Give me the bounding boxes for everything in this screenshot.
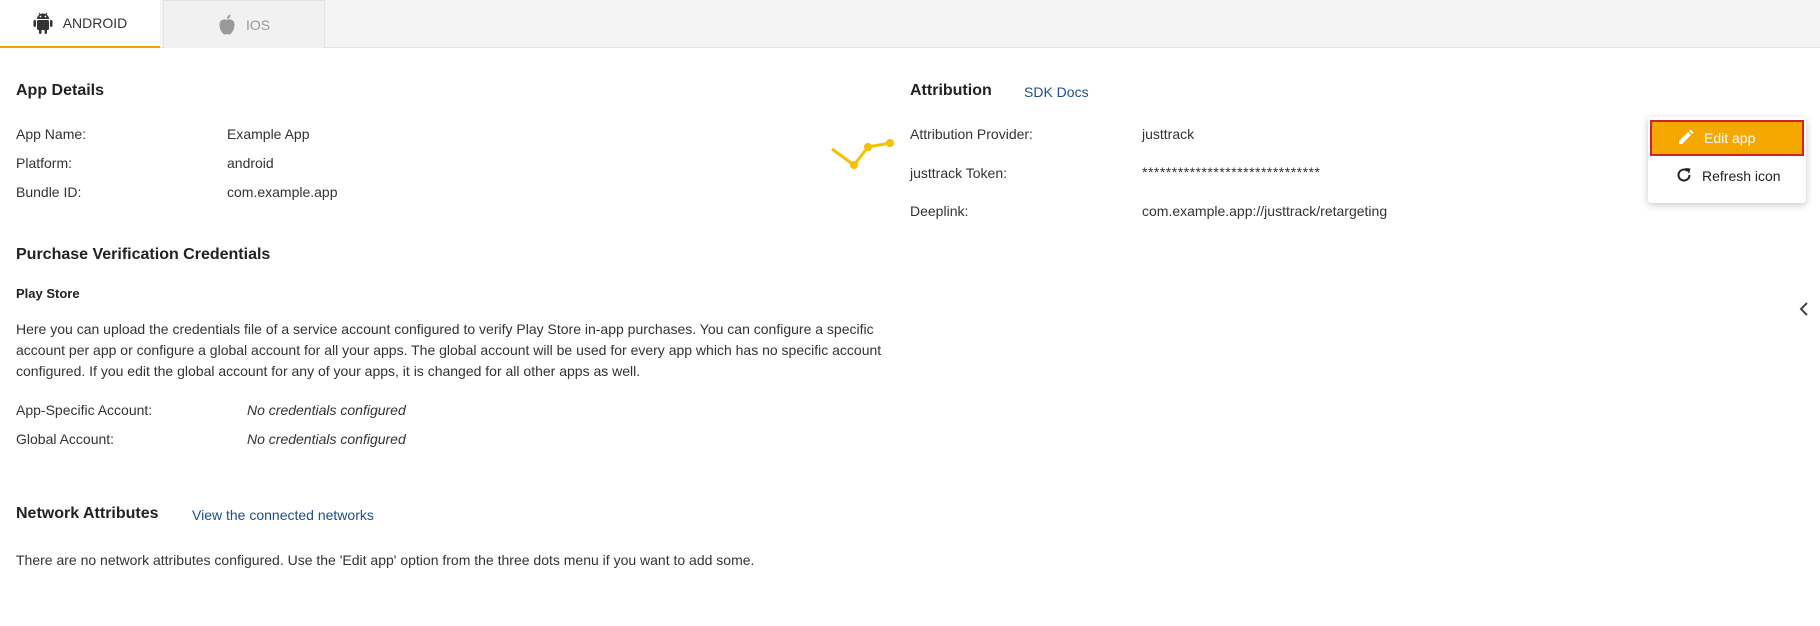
attribution-provider-label: Attribution Provider:: [910, 126, 1033, 142]
tab-ios-label: IOS: [245, 16, 271, 33]
attribution-provider-value: justtrack: [1142, 126, 1195, 142]
edit-app-menu-item[interactable]: Edit app: [1650, 120, 1804, 156]
network-attributes-title: Network Attributes: [16, 505, 159, 522]
refresh-icon: [1676, 167, 1692, 186]
refresh-icon-menu-item[interactable]: Refresh icon: [1650, 158, 1804, 194]
deeplink-value: com.example.app://justtrack/retargeting: [1142, 203, 1388, 219]
deeplink-label: Deeplink:: [910, 203, 969, 219]
play-store-subtitle: Play Store: [16, 286, 80, 301]
app-page: ANDROID IOS App Details App Name: Exampl…: [0, 0, 1820, 626]
bundle-id-label: Bundle ID:: [16, 184, 82, 200]
app-content: App Details App Name: Example App Platfo…: [0, 49, 1820, 626]
sdk-docs-link[interactable]: SDK Docs: [1024, 84, 1089, 100]
app-specific-account-value: No credentials configured: [247, 402, 406, 418]
bundle-id-value: com.example.app: [227, 184, 338, 200]
purchase-description-line: account per app or configure a global ac…: [16, 342, 882, 358]
global-account-label: Global Account:: [16, 431, 115, 447]
attribution-title: Attribution: [910, 82, 992, 99]
android-icon: [33, 12, 53, 34]
token-value: ******************************: [1142, 164, 1321, 180]
purchase-description-line: configured. If you edit the global accou…: [16, 363, 641, 379]
pencil-icon: [1678, 129, 1694, 148]
chevron-left-icon: [1799, 301, 1809, 321]
global-account-value: No credentials configured: [247, 431, 406, 447]
spinner-icon: [830, 133, 894, 178]
app-actions-menu: Edit app Refresh icon: [1648, 117, 1806, 203]
apple-icon: [218, 14, 236, 35]
token-label: justtrack Token:: [910, 165, 1008, 181]
tab-ios[interactable]: IOS: [163, 0, 325, 48]
purchase-verification-title: Purchase Verification Credentials: [16, 246, 271, 263]
app-name-label: App Name:: [16, 126, 87, 142]
network-attributes-empty-text: There are no network attributes configur…: [16, 552, 755, 568]
tab-android[interactable]: ANDROID: [0, 0, 160, 48]
collapse-panel-button[interactable]: [1796, 301, 1812, 321]
edit-app-label: Edit app: [1704, 130, 1756, 146]
tab-android-label: ANDROID: [62, 15, 128, 31]
platform-value: android: [227, 155, 274, 171]
purchase-description: Here you can upload the credentials file…: [16, 319, 916, 382]
app-details-title: App Details: [16, 82, 105, 99]
app-specific-account-label: App-Specific Account:: [16, 402, 153, 418]
app-name-value: Example App: [227, 126, 310, 142]
refresh-icon-label: Refresh icon: [1702, 168, 1781, 184]
view-connected-networks-link[interactable]: View the connected networks: [192, 507, 374, 523]
platform-label: Platform:: [16, 155, 73, 171]
purchase-description-line: Here you can upload the credentials file…: [16, 321, 874, 337]
platform-tabs: ANDROID IOS: [0, 0, 1820, 48]
